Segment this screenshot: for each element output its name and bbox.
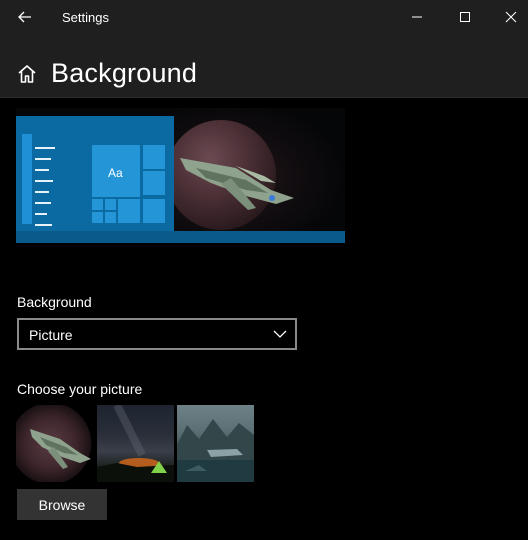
preview-tile: [143, 199, 165, 223]
preview-menu-line: [35, 147, 55, 149]
maximize-icon: [460, 12, 470, 22]
preview-menu-line: [35, 169, 49, 171]
preview-tile: [143, 171, 165, 195]
chevron-down-icon: [273, 330, 287, 338]
back-button[interactable]: [10, 4, 40, 30]
close-button[interactable]: [488, 0, 528, 34]
preview-start-list: [22, 134, 32, 224]
preview-menu-line: [35, 158, 51, 160]
preview-tile-text: Aa: [108, 166, 123, 180]
home-icon[interactable]: [16, 63, 38, 85]
preview-tile: [92, 212, 103, 223]
desktop-preview: Aa: [16, 108, 345, 243]
window-title: Settings: [62, 10, 109, 25]
preview-tile: [143, 145, 165, 169]
picture-thumbnail-mountain-lake[interactable]: [177, 405, 254, 482]
background-dropdown[interactable]: Picture: [17, 318, 297, 350]
night-sky-thumbnail-art: [97, 405, 174, 482]
choose-picture-label: Choose your picture: [17, 381, 143, 397]
picture-thumbnail-spaceship[interactable]: [16, 405, 93, 482]
background-dropdown-value: Picture: [29, 327, 73, 343]
preview-menu-line: [35, 202, 51, 204]
close-icon: [505, 11, 517, 23]
spaceship-image: [180, 158, 294, 210]
picture-thumbnail-night-sky[interactable]: [97, 405, 174, 482]
preview-tile: [92, 199, 103, 210]
preview-menu-line: [35, 213, 47, 215]
background-label: Background: [17, 294, 92, 310]
minimize-button[interactable]: [394, 0, 440, 34]
maximize-button[interactable]: [442, 0, 488, 34]
preview-tile: [105, 212, 116, 223]
page-header: Background: [0, 34, 528, 98]
preview-menu-line: [35, 191, 49, 193]
browse-button[interactable]: Browse: [17, 489, 107, 520]
preview-menu-line: [35, 224, 52, 226]
minimize-icon: [412, 16, 422, 18]
preview-menu-line: [35, 180, 53, 182]
preview-tile: [118, 199, 140, 223]
mountain-lake-thumbnail-art: [177, 419, 254, 482]
title-bar: Settings: [0, 0, 528, 34]
page-title: Background: [51, 58, 198, 88]
back-arrow-icon: [18, 11, 31, 23]
preview-tile: [105, 199, 116, 210]
preview-taskbar: [16, 231, 345, 243]
spaceship-thumbnail-art: [30, 429, 91, 469]
